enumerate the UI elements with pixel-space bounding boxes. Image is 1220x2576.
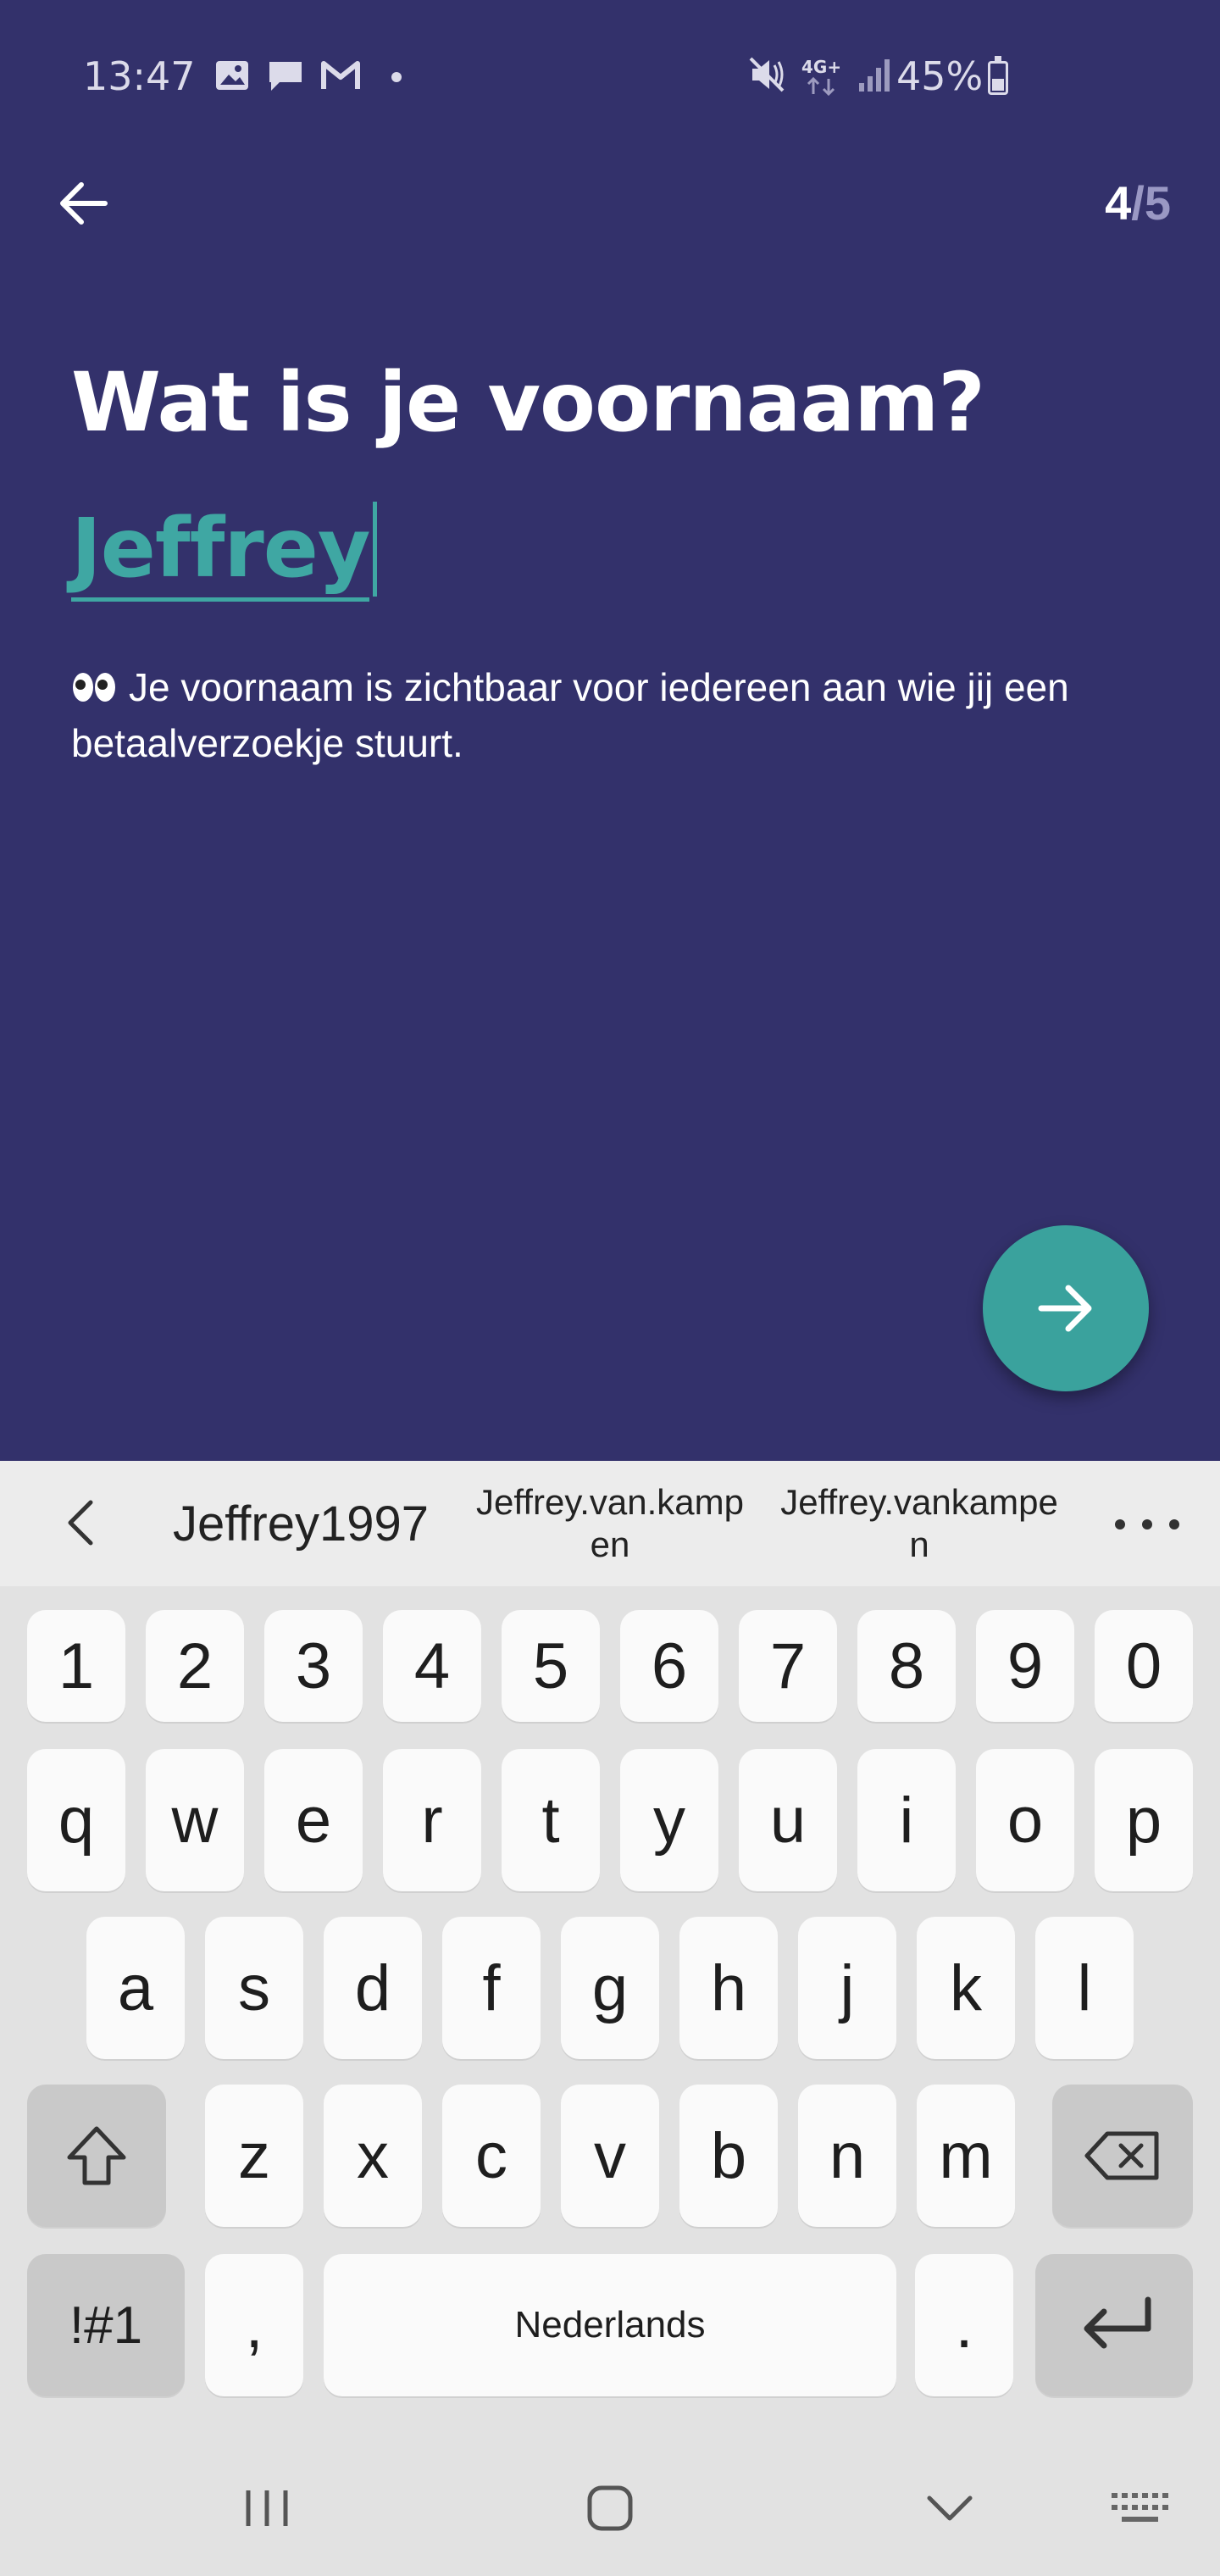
key-p[interactable]: p xyxy=(1095,1749,1193,1891)
key-6[interactable]: 6 xyxy=(620,1610,718,1722)
chevron-down-icon xyxy=(927,2496,973,2521)
battery-fill xyxy=(992,79,1004,91)
key-h[interactable]: h xyxy=(679,1917,778,2059)
key-9[interactable]: 9 xyxy=(976,1610,1074,1722)
more-options-icon[interactable] xyxy=(1115,1503,1179,1546)
mute-icon xyxy=(746,53,788,99)
comma-key[interactable]: , xyxy=(205,2254,303,2396)
status-system-icons: 4G+ xyxy=(746,53,893,100)
home-button[interactable] xyxy=(568,2466,652,2551)
key-m[interactable]: m xyxy=(917,2085,1015,2227)
network-label: 4G+ xyxy=(801,57,842,77)
key-b[interactable]: b xyxy=(679,2085,778,2227)
recent-apps-button[interactable] xyxy=(229,2466,305,2551)
shift-key[interactable] xyxy=(27,2085,166,2227)
step-indicator: 4/5 xyxy=(1105,173,1171,234)
first-name-input[interactable]: Jeffrey xyxy=(71,497,378,602)
enter-key[interactable] xyxy=(1035,2254,1193,2396)
key-e[interactable]: e xyxy=(264,1749,363,1891)
eyes-emoji-icon xyxy=(71,664,117,717)
key-1[interactable]: 1 xyxy=(27,1610,125,1722)
navigation-bar xyxy=(0,2440,1220,2576)
space-key[interactable]: Nederlands xyxy=(324,2254,896,2396)
key-i[interactable]: i xyxy=(857,1749,956,1891)
key-w[interactable]: w xyxy=(146,1749,244,1891)
arrow-left-icon xyxy=(60,182,108,225)
page-title: Wat is je voornaam? xyxy=(71,355,985,450)
message-icon xyxy=(266,57,305,97)
key-0[interactable]: 0 xyxy=(1095,1610,1193,1722)
key-o[interactable]: o xyxy=(976,1749,1074,1891)
key-y[interactable]: y xyxy=(620,1749,718,1891)
key-f[interactable]: f xyxy=(442,1917,541,2059)
suggestion-back-button[interactable] xyxy=(51,1493,110,1552)
key-2[interactable]: 2 xyxy=(146,1610,244,1722)
status-bar: 13:47 4G+ 45% xyxy=(0,0,1220,153)
first-name-value[interactable]: Jeffrey xyxy=(71,499,370,602)
backspace-key[interactable] xyxy=(1052,2085,1193,2227)
key-c[interactable]: c xyxy=(442,2085,541,2227)
key-k[interactable]: k xyxy=(917,1917,1015,2059)
network-4g-icon: 4G+ xyxy=(801,55,842,97)
key-j[interactable]: j xyxy=(798,1917,896,2059)
key-s[interactable]: s xyxy=(205,1917,303,2059)
hide-keyboard-button[interactable] xyxy=(912,2466,988,2551)
chevron-left-icon xyxy=(68,1500,93,1546)
battery-percent: 45% xyxy=(896,53,984,99)
key-4[interactable]: 4 xyxy=(383,1610,481,1722)
step-current: 4 xyxy=(1105,176,1132,230)
keyboard-switch-button[interactable] xyxy=(1101,2466,1178,2551)
text-caret xyxy=(373,502,378,597)
key-x[interactable]: x xyxy=(324,2085,422,2227)
keyboard: Jeffrey1997 Jeffrey.van.kamp en Jeffrey.… xyxy=(0,1461,1220,2576)
privacy-hint-text: Je voornaam is zichtbaar voor iedereen a… xyxy=(71,665,1069,765)
key-5[interactable]: 5 xyxy=(502,1610,600,1722)
backspace-icon xyxy=(1084,2131,1159,2180)
key-r[interactable]: r xyxy=(383,1749,481,1891)
key-n[interactable]: n xyxy=(798,2085,896,2227)
back-button[interactable] xyxy=(49,169,117,237)
battery-icon xyxy=(988,56,1008,95)
enter-icon xyxy=(1084,2296,1151,2349)
key-d[interactable]: d xyxy=(324,1917,422,2059)
key-q[interactable]: q xyxy=(27,1749,125,1891)
suggestion-2[interactable]: Jeffrey.van.kamp en xyxy=(466,1461,754,1586)
key-u[interactable]: u xyxy=(739,1749,837,1891)
arrow-right-icon xyxy=(1038,1285,1092,1332)
key-l[interactable]: l xyxy=(1035,1917,1134,2059)
key-v[interactable]: v xyxy=(561,2085,659,2227)
key-g[interactable]: g xyxy=(561,1917,659,2059)
status-time: 13:47 xyxy=(83,53,196,99)
next-button[interactable] xyxy=(983,1225,1149,1391)
step-total: /5 xyxy=(1131,176,1171,230)
key-z[interactable]: z xyxy=(205,2085,303,2227)
gmail-icon xyxy=(320,58,361,96)
key-8[interactable]: 8 xyxy=(857,1610,956,1722)
keyboard-icon xyxy=(1112,2493,1168,2522)
key-3[interactable]: 3 xyxy=(264,1610,363,1722)
home-icon xyxy=(587,2485,633,2531)
suggestion-bar: Jeffrey1997 Jeffrey.van.kamp en Jeffrey.… xyxy=(0,1461,1220,1586)
key-t[interactable]: t xyxy=(502,1749,600,1891)
notification-dot xyxy=(391,72,402,82)
recent-apps-icon xyxy=(246,2490,288,2526)
status-notification-icons xyxy=(214,56,402,98)
key-7[interactable]: 7 xyxy=(739,1610,837,1722)
symbols-key[interactable]: !#1 xyxy=(27,2254,185,2396)
period-key[interactable]: . xyxy=(915,2254,1013,2396)
signal-icon xyxy=(856,56,893,97)
shift-icon xyxy=(67,2126,126,2185)
image-icon xyxy=(214,57,251,97)
key-a[interactable]: a xyxy=(86,1917,185,2059)
privacy-hint: Je voornaam is zichtbaar voor iedereen a… xyxy=(71,661,1173,769)
screen: 13:47 4G+ 45% 4/5 Wat is je voornaam? Je… xyxy=(0,0,1220,2576)
suggestion-1[interactable]: Jeffrey1997 xyxy=(152,1461,449,1586)
suggestion-3[interactable]: Jeffrey.vankampe n xyxy=(771,1461,1068,1586)
